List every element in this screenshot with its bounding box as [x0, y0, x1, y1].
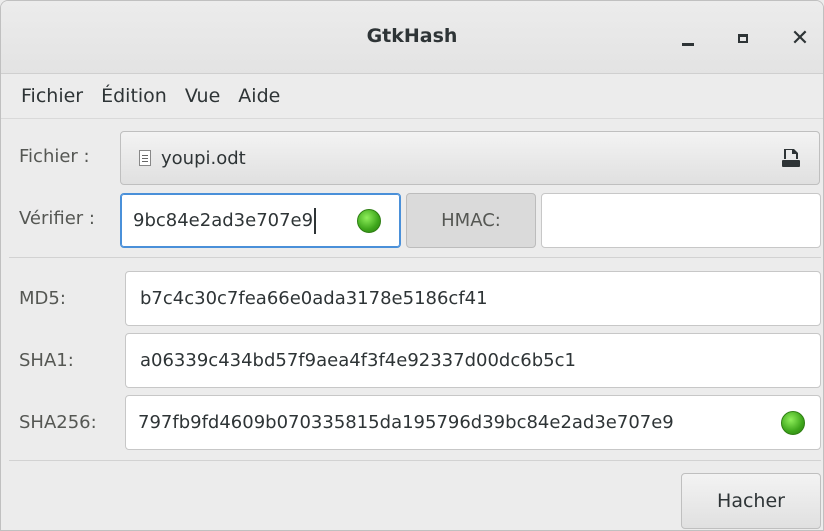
md5-label: MD5:: [19, 288, 66, 309]
text-cursor: [314, 207, 317, 234]
file-name: youpi.odt: [161, 147, 246, 169]
menu-vue[interactable]: Vue: [185, 83, 220, 109]
maximize-button[interactable]: [728, 23, 758, 53]
hmac-toggle-button[interactable]: HMAC:: [406, 193, 536, 248]
hmac-input[interactable]: [541, 193, 821, 248]
close-icon: ✕: [790, 25, 810, 51]
hash-button-label: Hacher: [717, 490, 785, 512]
close-button[interactable]: ✕: [785, 23, 815, 53]
hash-button[interactable]: Hacher: [681, 473, 821, 529]
menu-fichier[interactable]: Fichier: [21, 83, 83, 109]
sha1-value: a06339c434bd57f9aea4f3f4e92337d00dc6b5c1: [140, 350, 576, 371]
sha1-label: SHA1:: [19, 350, 74, 371]
file-chooser-button[interactable]: youpi.odt: [120, 131, 820, 185]
minimize-button[interactable]: [673, 23, 703, 53]
maximize-icon: [738, 33, 748, 43]
menu-bar: Fichier Édition Vue Aide: [1, 74, 823, 119]
sha256-label: SHA256:: [19, 412, 97, 433]
document-icon: [139, 150, 151, 166]
menu-aide[interactable]: Aide: [238, 83, 280, 109]
separator: [9, 257, 821, 258]
sha256-match-icon: [781, 411, 805, 435]
file-label: Fichier :: [19, 146, 90, 167]
menu-edition[interactable]: Édition: [101, 83, 167, 109]
sha1-output[interactable]: a06339c434bd57f9aea4f3f4e92337d00dc6b5c1: [125, 333, 821, 388]
verify-label: Vérifier :: [19, 208, 95, 229]
separator-bottom: [9, 460, 821, 461]
sha256-output[interactable]: 797fb9fd4609b070335815da195796d39bc84e2a…: [125, 395, 821, 450]
verify-value: 9bc84e2ad3e707e9: [133, 210, 314, 231]
md5-value: b7c4c30c7fea66e0ada3178e5186cf41: [140, 288, 488, 309]
gtkhash-window: GtkHash ✕ Fichier Édition Vue Aide Fichi…: [0, 0, 824, 531]
open-file-icon: [782, 149, 800, 167]
title-bar[interactable]: GtkHash ✕: [1, 1, 823, 74]
minimize-icon: [682, 42, 694, 46]
md5-output[interactable]: b7c4c30c7fea66e0ada3178e5186cf41: [125, 271, 821, 326]
hmac-label: HMAC:: [441, 210, 501, 231]
verify-input[interactable]: 9bc84e2ad3e707e9: [120, 193, 401, 248]
sha256-value: 797fb9fd4609b070335815da195796d39bc84e2a…: [138, 412, 674, 433]
verify-match-icon: [357, 209, 381, 233]
